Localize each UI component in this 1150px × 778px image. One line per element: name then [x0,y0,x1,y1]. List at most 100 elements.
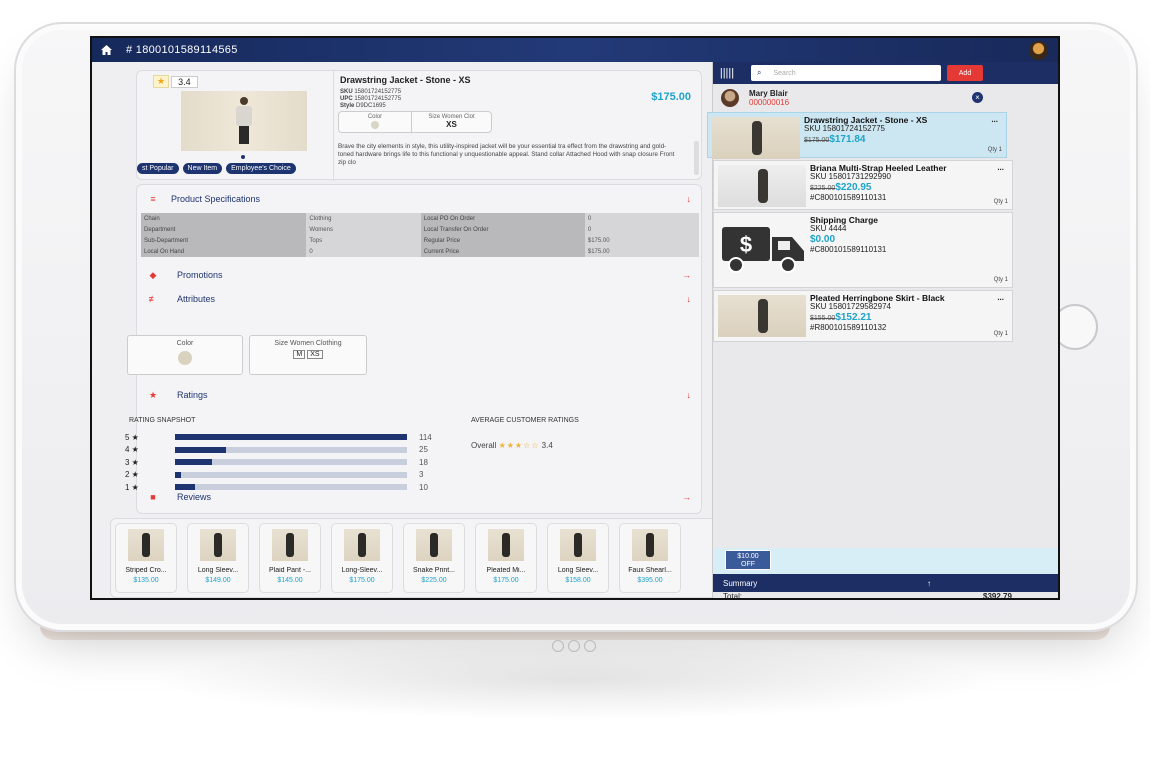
attribute-size[interactable]: Size Women Clothing M XS [249,335,367,375]
rating-bar-fill [175,446,226,453]
related-product-image [128,529,164,561]
arrow-down-icon: ↓ [686,390,692,400]
discount-badge[interactable]: $10.00 OFF [725,550,771,570]
color-swatch [371,121,379,129]
related-product[interactable]: Striped Cro... $135.00 [115,523,177,593]
related-product-image [344,529,380,561]
rating-bar-row: 2 ★ 3 [125,469,445,481]
specs-header[interactable]: ≡ Product Specifications ↓ [137,189,701,209]
more-icon[interactable]: ... [997,163,1004,172]
related-product-price: $149.00 [205,577,231,584]
rating-bar-row: 5 ★ 114 [125,431,445,443]
rating-snapshot-title: RATING SNAPSHOT [129,417,196,424]
cart-toolbar: ||||| ⌕ Search Add [713,62,1058,84]
svg-text:$: $ [740,232,752,257]
item-image [718,295,806,337]
related-product-name: Pleated Mi... [486,567,526,574]
rating-bar-count: 18 [419,457,428,467]
related-product-name: Striped Cro... [125,567,167,574]
overall-rating: Overall ★★★☆☆ 3.4 [471,441,553,450]
device-shadow [150,640,1000,720]
arrow-up-icon: ↑ [927,578,931,588]
related-product[interactable]: Long Sleev... $149.00 [187,523,249,593]
related-product-image [488,529,524,561]
rating-bar-fill [175,459,212,465]
related-product-price: $135.00 [133,577,159,584]
color-option[interactable]: Color [339,112,411,132]
rating-bar-label: 5 ★ [125,432,139,442]
rating-bar-count: 25 [419,445,428,454]
attributes-header[interactable]: ≢ Attributes ↓ [137,289,701,309]
related-product-image [632,529,668,561]
product-image[interactable] [181,91,307,151]
size-chip[interactable]: M [293,350,306,359]
specs-table: Chain Clothing Local PO On Order 0 Departme… [141,213,699,257]
cart-item[interactable]: Pleated Herringbone Skirt - Black SKU 15… [713,290,1013,342]
related-product[interactable]: Long-Sleev... $175.00 [331,523,393,593]
related-product-name: Faux Shearl... [628,567,672,574]
related-product-image [416,529,452,561]
size-option[interactable]: Size Women Clot XS [411,112,491,132]
related-product[interactable]: Plaid Pant -... $145.00 [259,523,321,593]
sliders-icon: ≢ [148,294,158,304]
rating-bar-track [175,446,407,453]
item-image [712,117,800,159]
add-button[interactable]: Add [947,65,983,81]
customer-row[interactable]: Mary Blair 000000016 × [713,86,989,110]
size-chip[interactable]: XS [307,350,323,359]
related-product-name: Long Sleev... [557,567,599,574]
customer-name: Mary Blair [749,89,788,98]
related-product-image [560,529,596,561]
carousel-dot[interactable] [241,155,245,159]
search-icon: ⌕ [757,68,762,77]
attribute-color[interactable]: Color [127,335,243,375]
tag-icon: ◆ [149,269,157,280]
rating-value: 3.4 [171,75,198,88]
barcode-icon[interactable]: ||||| [713,67,741,79]
rating-tag: ★ 3.4 [153,75,198,88]
close-icon[interactable]: × [972,92,983,103]
more-icon[interactable]: ... [997,293,1004,302]
summary-header[interactable]: Summary ↑ [713,574,1058,592]
search-input[interactable]: ⌕ Search [751,65,941,81]
more-icon[interactable]: ... [991,115,998,124]
cart-item[interactable]: $ Shipping Charge SKU 4444 $0.00 #C80010… [713,212,1013,288]
related-product[interactable]: Faux Shearl... $395.00 [619,523,681,593]
rating-bar-fill [175,471,182,478]
speaker-dots [552,640,596,652]
related-product-name: Long Sleev... [197,567,239,574]
description-scrollbar[interactable] [694,141,699,175]
related-product[interactable]: Snake Print... $225.00 [403,523,465,593]
user-avatar[interactable] [1029,41,1048,60]
related-product-price: $175.00 [349,577,375,584]
total-row: Total: $392.79 [723,592,1012,600]
product-info: Drawstring Jacket - Stone - XS SKU 15801… [333,71,703,181]
cart-item[interactable]: Drawstring Jacket - Stone - XS SKU 15801… [707,112,1007,159]
rating-bar-count: 114 [419,432,432,442]
arrow-down-icon: ↓ [686,294,692,304]
related-product-image [200,529,236,561]
product-description: Brave the city elements in style, this u… [338,143,675,166]
rating-bar-track [175,459,407,465]
related-product-image [272,529,308,561]
cart-item[interactable]: Briana Multi-Strap Heeled Leather SKU 15… [713,160,1013,210]
average-ratings-title: AVERAGE CUSTOMER RATINGS [471,417,579,424]
home-icon[interactable] [92,45,120,55]
rating-bar-track [175,471,407,478]
top-bar: # 1800101589114565 [92,38,1058,62]
rating-bar-fill [175,434,407,440]
related-product[interactable]: Pleated Mi... $175.00 [475,523,537,593]
arrow-down-icon: ↓ [686,194,692,204]
promotions-header[interactable]: ◆ Promotions → [137,265,701,285]
reviews-header[interactable]: ■ Reviews → [137,487,701,507]
related-product-price: $145.00 [277,577,303,584]
truck-icon: $ [722,227,804,273]
related-product[interactable]: Long Sleev... $158.00 [547,523,609,593]
item-image [718,165,806,207]
related-product-name: Snake Print... [412,567,456,574]
product-meta: SKU 15801724152775 UPC 15801724152775 St… [340,89,402,109]
rating-bar-row: 3 ★ 18 [125,456,445,468]
related-products: Striped Cro... $135.00 Long Sleev... $149.0… [110,518,722,598]
ratings-header[interactable]: ★ Ratings ↓ [137,385,701,405]
list-icon: ≡ [150,194,156,204]
